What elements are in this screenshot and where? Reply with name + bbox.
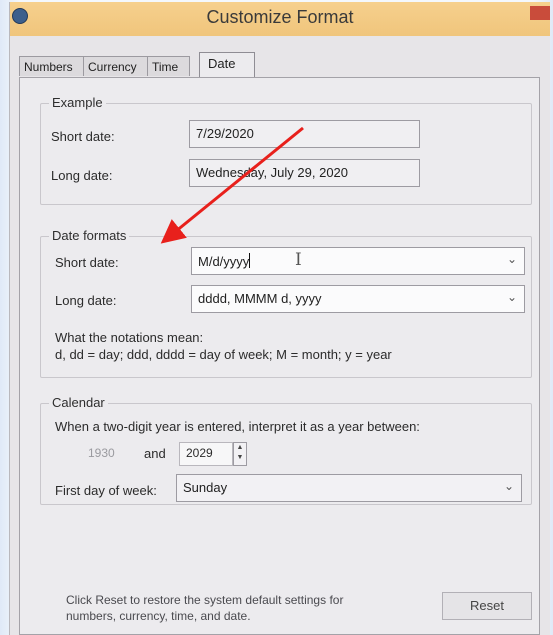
example-short-date-label: Short date: [51, 129, 115, 144]
tab-currency[interactable]: Currency [83, 56, 148, 76]
and-label: and [144, 446, 166, 461]
example-long-date-label: Long date: [51, 168, 113, 183]
long-date-format-combo[interactable]: dddd, MMMM d, yyyy ⌄ [191, 285, 525, 313]
tab-time[interactable]: Time [147, 56, 190, 76]
notations-text: d, dd = day; ddd, dddd = day of week; M … [55, 347, 392, 362]
example-long-date-value: Wednesday, July 29, 2020 [189, 159, 420, 187]
reset-info-line-1: Click Reset to restore the system defaul… [66, 593, 344, 607]
reset-button[interactable]: Reset [442, 592, 532, 620]
calendar-legend: Calendar [49, 395, 108, 410]
chevron-down-icon[interactable]: ⌄ [507, 290, 517, 304]
short-date-format-value[interactable]: M/d/yyyy [198, 254, 249, 269]
date-tab-panel: Example Short date: 7/29/2020 Long date:… [19, 77, 540, 635]
example-legend: Example [49, 95, 106, 110]
year-from-field: 1930 [88, 446, 115, 460]
window-title: Customize Format [206, 7, 354, 27]
tab-date[interactable]: Date [199, 52, 255, 79]
example-short-date-value: 7/29/2020 [189, 120, 420, 148]
tab-numbers[interactable]: Numbers [19, 56, 84, 76]
notations-title: What the notations mean: [55, 330, 204, 345]
text-caret [249, 253, 251, 268]
chevron-down-icon[interactable]: ⌄ [507, 252, 517, 266]
customize-format-dialog: Customize Format Numbers Currency Time D… [9, 2, 550, 635]
long-date-format-label: Long date: [55, 293, 117, 308]
first-day-of-week-value[interactable]: Sunday [183, 480, 227, 495]
first-day-label: First day of week: [55, 483, 157, 498]
year-to-spinner[interactable]: ▲ ▼ [233, 442, 247, 466]
two-digit-year-text: When a two-digit year is entered, interp… [55, 419, 420, 434]
year-to-field[interactable]: 2029 [179, 442, 233, 466]
example-group: Example Short date: 7/29/2020 Long date:… [40, 95, 532, 205]
ibeam-cursor-icon: I [295, 250, 302, 270]
chevron-down-icon[interactable]: ⌄ [504, 479, 514, 493]
reset-info-line-2: numbers, currency, time, and date. [66, 609, 251, 623]
close-button[interactable] [530, 6, 550, 20]
long-date-format-value[interactable]: dddd, MMMM d, yyyy [198, 291, 322, 306]
date-formats-group: Date formats Short date: M/d/yyyy I ⌄ Lo… [40, 228, 532, 378]
first-day-of-week-combo[interactable]: Sunday ⌄ [176, 474, 522, 502]
date-formats-legend: Date formats [49, 228, 130, 243]
short-date-format-label: Short date: [55, 255, 119, 270]
title-bar: Customize Format [10, 2, 550, 36]
short-date-format-combo[interactable]: M/d/yyyy I ⌄ [191, 247, 525, 275]
